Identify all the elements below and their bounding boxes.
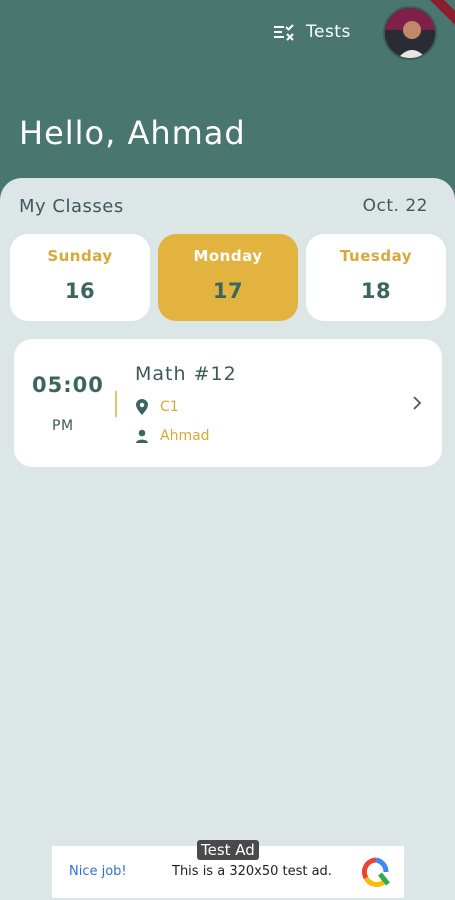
- day-card-sunday[interactable]: Sunday 16: [10, 234, 150, 321]
- checklist-icon: [274, 24, 294, 41]
- ad-nice-text[interactable]: Nice job!: [69, 864, 127, 879]
- section-title: My Classes: [19, 196, 124, 217]
- current-date: Oct. 22: [362, 196, 428, 216]
- ad-description: This is a 320x50 test ad.: [172, 864, 332, 879]
- test-ad-tag: Test Ad: [197, 840, 259, 860]
- location-pin-icon: [136, 399, 148, 415]
- person-icon: [136, 429, 148, 443]
- day-name: Tuesday: [339, 247, 413, 265]
- day-name: Monday: [193, 247, 263, 265]
- class-ampm: PM: [52, 418, 74, 434]
- ad-banner[interactable]: Nice job! This is a 320x50 test ad. Test…: [52, 840, 404, 898]
- tests-button[interactable]: Tests: [272, 18, 351, 46]
- day-card-monday[interactable]: Monday 17: [158, 234, 298, 321]
- chevron-right-icon: [413, 396, 422, 410]
- app-header: Tests Hello, Ahmad: [0, 0, 455, 200]
- class-title: Math #12: [135, 363, 237, 385]
- day-card-tuesday[interactable]: Tuesday 18: [306, 234, 446, 321]
- classes-panel: My Classes Oct. 22 Sunday 16 Monday 17 T…: [0, 178, 455, 900]
- day-number: 16: [64, 279, 96, 303]
- greeting-title: Hello, Ahmad: [19, 114, 246, 152]
- class-location-row: C1: [136, 399, 179, 415]
- class-teacher-row: Ahmad: [136, 428, 210, 444]
- class-location: C1: [160, 399, 179, 415]
- class-teacher: Ahmad: [160, 428, 210, 444]
- avatar[interactable]: [383, 6, 437, 60]
- day-number: 18: [360, 279, 392, 303]
- tests-label: Tests: [306, 22, 351, 42]
- day-number: 17: [212, 279, 244, 303]
- class-card[interactable]: 05:00 PM Math #12 C1 Ahmad: [14, 339, 442, 467]
- class-time: 05:00: [32, 373, 104, 397]
- user-photo-icon: [385, 8, 435, 58]
- adchoices-logo-icon[interactable]: [360, 856, 392, 888]
- divider: [115, 391, 117, 417]
- day-name: Sunday: [47, 247, 113, 265]
